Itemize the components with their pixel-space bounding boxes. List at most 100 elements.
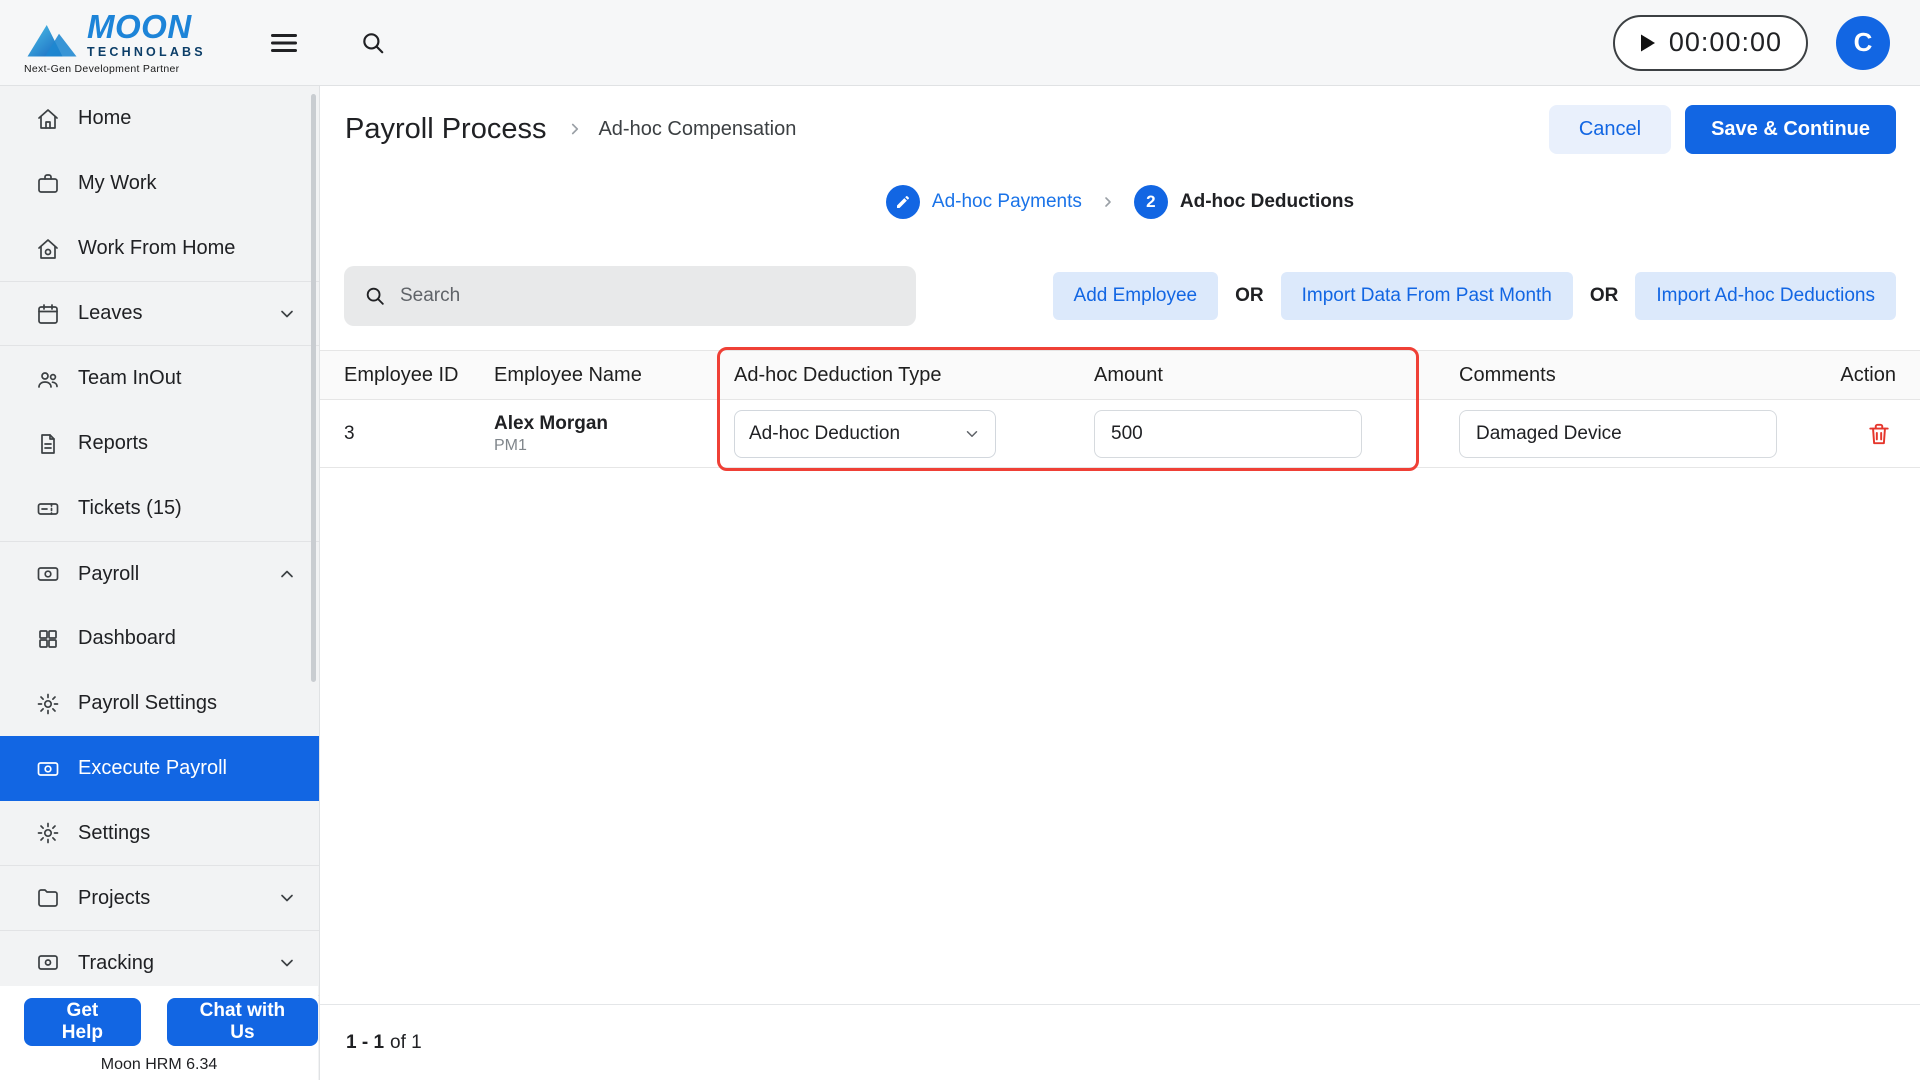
chevron-right-icon	[1100, 194, 1116, 210]
pencil-icon	[885, 185, 920, 219]
chevron-down-icon	[277, 888, 297, 908]
import-adhoc-deductions-button[interactable]: Import Ad-hoc Deductions	[1635, 272, 1896, 320]
sidebar-item-settings[interactable]: Settings	[0, 801, 319, 866]
step-adhoc-deductions[interactable]: 2 Ad-hoc Deductions	[1133, 185, 1355, 219]
toolbar: Add Employee OR Import Data From Past Mo…	[320, 266, 1920, 326]
brand-tagline: Next-Gen Development Partner	[24, 62, 180, 75]
brand-subname: TECHNOLABS	[87, 45, 206, 60]
moon-logo-icon	[27, 24, 77, 57]
table-row: 3 Alex Morgan PM1 Ad-hoc Deduction	[320, 400, 1920, 468]
chevron-down-icon	[277, 953, 297, 973]
step-number: 2	[1133, 185, 1168, 219]
ticket-icon	[36, 497, 60, 521]
deduction-type-cell: Ad-hoc Deduction	[734, 409, 1094, 458]
page-title: Payroll Process	[345, 112, 547, 145]
page-header: Payroll Process Ad-hoc Compensation Canc…	[320, 86, 1920, 172]
avatar[interactable]: C	[1836, 15, 1890, 70]
delete-row-button[interactable]	[1862, 417, 1896, 451]
chevron-down-icon	[277, 304, 297, 324]
chevron-right-icon	[566, 120, 584, 138]
chevron-down-icon	[963, 425, 981, 443]
tracking-icon	[36, 951, 60, 975]
or-label: OR	[1589, 285, 1619, 306]
topbar: MOON TECHNOLABS Next-Gen Development Par…	[0, 0, 1920, 86]
sidebar-item-home[interactable]: Home	[0, 86, 319, 151]
sidebar-item-work-from-home[interactable]: Work From Home	[0, 216, 319, 281]
sidebar: Home My Work Work From Home Leaves Team …	[0, 86, 320, 1080]
menu-toggle-button[interactable]	[262, 23, 306, 63]
timer-value: 00:00:00	[1668, 27, 1782, 57]
payroll-icon	[36, 757, 60, 781]
sidebar-item-projects[interactable]: Projects	[0, 866, 319, 931]
employee-name: Alex Morgan	[494, 412, 609, 434]
step-label: Ad-hoc Deductions	[1179, 191, 1355, 212]
amount-cell	[1094, 409, 1459, 458]
app-version: Moon HRM 6.34	[100, 1056, 218, 1073]
pagination-range: 1 - 1	[346, 1031, 385, 1053]
step-adhoc-payments[interactable]: Ad-hoc Payments	[885, 185, 1082, 219]
comments-cell	[1459, 409, 1789, 458]
selected-option: Ad-hoc Deduction	[749, 422, 901, 444]
report-icon	[36, 432, 60, 456]
topbar-search-button[interactable]	[352, 22, 394, 64]
sidebar-item-dashboard[interactable]: Dashboard	[0, 606, 319, 671]
deductions-table: Employee ID Employee Name Ad-hoc Deducti…	[320, 347, 1920, 471]
breadcrumb: Ad-hoc Compensation	[598, 117, 797, 140]
home-icon	[36, 107, 60, 131]
briefcase-icon	[36, 172, 60, 196]
brand-logo[interactable]: MOON TECHNOLABS Next-Gen Development Par…	[24, 10, 206, 75]
payroll-icon	[36, 562, 60, 586]
import-past-month-button[interactable]: Import Data From Past Month	[1280, 272, 1573, 320]
search-icon	[363, 32, 384, 53]
table-header-row: Employee ID Employee Name Ad-hoc Deducti…	[320, 350, 1920, 400]
timer-widget[interactable]: 00:00:00	[1612, 14, 1808, 71]
gear-icon	[36, 692, 60, 716]
col-deduction-type: Ad-hoc Deduction Type	[734, 363, 942, 386]
comments-input[interactable]	[1459, 409, 1777, 458]
col-amount: Amount	[1094, 363, 1163, 386]
stepper: Ad-hoc Payments 2 Ad-hoc Deductions	[320, 184, 1920, 220]
sidebar-item-tickets[interactable]: Tickets (15)	[0, 476, 319, 541]
sidebar-item-my-work[interactable]: My Work	[0, 151, 319, 216]
sidebar-item-execute-payroll[interactable]: Excecute Payroll	[0, 736, 319, 801]
deduction-type-select[interactable]: Ad-hoc Deduction	[734, 409, 996, 458]
play-icon	[1640, 34, 1655, 51]
pagination-of: of 1	[390, 1031, 422, 1053]
col-action: Action	[1840, 363, 1896, 386]
employee-role: PM1	[494, 436, 527, 454]
sidebar-item-payroll-settings[interactable]: Payroll Settings	[0, 671, 319, 736]
sidebar-scrollbar[interactable]	[311, 94, 316, 682]
dashboard-icon	[36, 627, 60, 651]
brand-area: MOON TECHNOLABS Next-Gen Development Par…	[0, 0, 320, 85]
employee-name-cell: Alex Morgan PM1	[494, 413, 734, 455]
col-employee-id: Employee ID	[344, 363, 459, 386]
get-help-button[interactable]: Get Help	[24, 998, 141, 1046]
chat-with-us-button[interactable]: Chat with Us	[166, 998, 318, 1046]
gear-icon	[36, 821, 60, 845]
action-cell	[1862, 417, 1896, 451]
calendar-icon	[36, 302, 60, 326]
sidebar-footer: Get Help Chat with Us Moon HRM 6.34	[0, 986, 318, 1080]
search-icon	[366, 287, 384, 305]
trash-icon	[1869, 423, 1889, 444]
sidebar-item-payroll[interactable]: Payroll	[0, 541, 319, 606]
people-icon	[36, 367, 60, 391]
brand-name: MOON	[87, 8, 192, 46]
or-label: OR	[1235, 285, 1264, 306]
save-continue-button[interactable]: Save & Continue	[1685, 104, 1896, 154]
sidebar-item-team-inout[interactable]: Team InOut	[0, 346, 319, 411]
amount-input[interactable]	[1094, 409, 1362, 458]
add-employee-button[interactable]: Add Employee	[1052, 272, 1219, 320]
pagination-bar: 1 - 1 of 1	[320, 1004, 1920, 1080]
folder-icon	[36, 886, 60, 910]
col-comments: Comments	[1459, 363, 1556, 386]
wfh-icon	[36, 237, 60, 261]
col-employee-name: Employee Name	[494, 363, 642, 386]
table-search	[344, 266, 916, 326]
sidebar-item-leaves[interactable]: Leaves	[0, 281, 319, 346]
search-input[interactable]	[400, 285, 896, 307]
chevron-up-icon	[277, 564, 297, 584]
cancel-button[interactable]: Cancel	[1548, 104, 1672, 154]
step-label: Ad-hoc Payments	[931, 191, 1082, 212]
sidebar-item-reports[interactable]: Reports	[0, 411, 319, 476]
